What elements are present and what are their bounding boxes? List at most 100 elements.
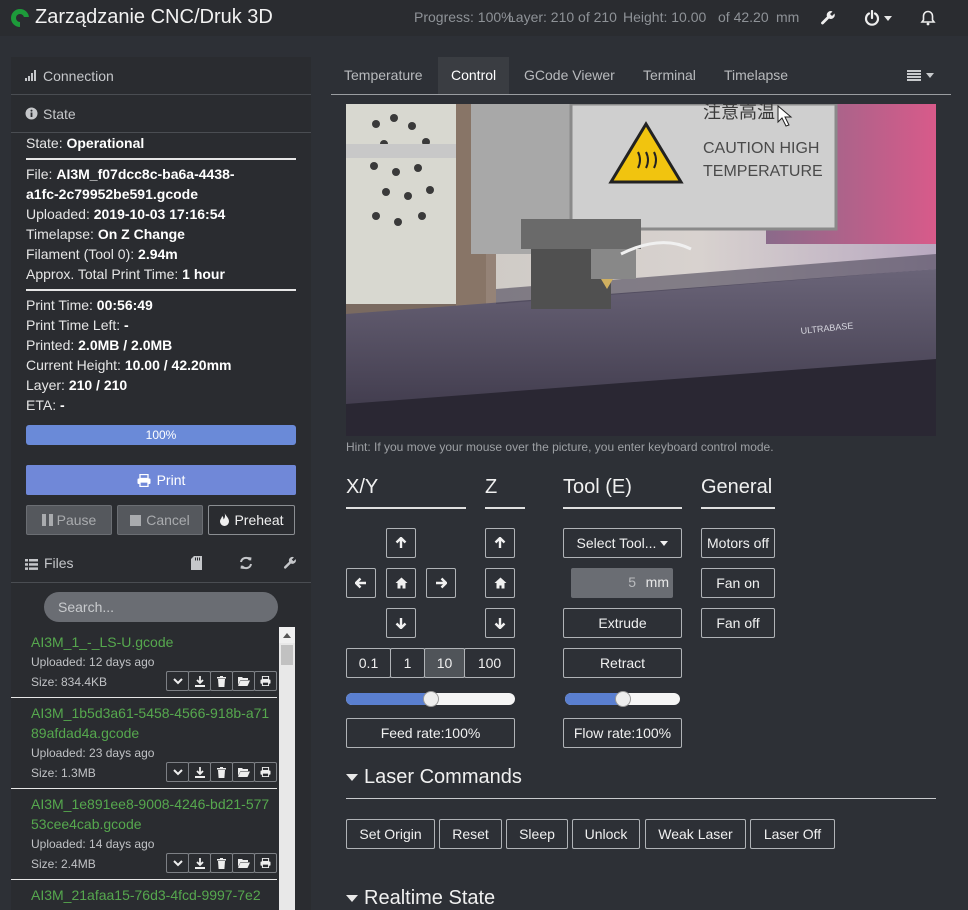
expand-chevron-icon[interactable] (166, 853, 189, 873)
home-z-button[interactable] (485, 568, 515, 598)
tab-gcode-viewer[interactable]: GCode Viewer (511, 57, 628, 94)
download-icon[interactable] (188, 762, 211, 782)
jog-z-minus-button[interactable] (485, 608, 515, 638)
set-origin-button[interactable]: Set Origin (346, 819, 435, 849)
folder-open-icon[interactable] (232, 671, 255, 691)
caution-sign: 注意高温 CAUTION HIGH TEMPERATURE (569, 104, 838, 231)
scroll-up-arrow-icon[interactable] (279, 627, 295, 643)
nav-height-total: of 42.20 (718, 9, 769, 25)
flow-rate-button[interactable]: Flow rate:100% (563, 718, 682, 748)
list-item[interactable]: AI3M_1e891ee8-9008-4246-bd21-57753cee4ca… (11, 789, 277, 880)
layer-row: Layer: 210 / 210 (26, 377, 128, 393)
file-list-scrollbar[interactable] (279, 627, 295, 910)
file-uploaded: Uploaded: 23 days ago (31, 746, 155, 760)
tab-menu-icon[interactable] (907, 70, 934, 81)
connection-label: Connection (43, 67, 114, 84)
jog-y-minus-button[interactable] (386, 608, 416, 638)
file-name-link[interactable]: AI3M_21afaa15-76d3-4fcd-9997-7e2 (31, 880, 271, 905)
trash-icon[interactable] (210, 671, 233, 691)
power-icon[interactable] (862, 8, 882, 28)
download-icon[interactable] (188, 853, 211, 873)
arrow-up-icon (395, 537, 407, 548)
folder-open-icon[interactable] (232, 762, 255, 782)
jog-y-plus-button[interactable] (386, 528, 416, 558)
home-xy-button[interactable] (386, 568, 416, 598)
distance-1-button[interactable]: 1 (390, 648, 425, 678)
print-progress-bar: 100% (26, 425, 296, 445)
brand[interactable]: Zarządzanie CNC/Druk 3D (10, 6, 273, 29)
state-label: State (43, 105, 76, 122)
list-item[interactable]: AI3M_1b5d3a61-5458-4566-918b-a7189afdad4… (11, 698, 277, 789)
jog-x-plus-button[interactable] (426, 568, 456, 598)
reset-button[interactable]: Reset (439, 819, 502, 849)
file-name-link[interactable]: AI3M_1b5d3a61-5458-4566-918b-a7189afdad4… (31, 698, 271, 743)
distance-0.1-button[interactable]: 0.1 (346, 648, 391, 678)
expand-chevron-icon[interactable] (166, 671, 189, 691)
state-row: State: Operational (26, 135, 145, 151)
print-file-icon[interactable] (254, 762, 277, 782)
trash-icon[interactable] (210, 853, 233, 873)
preheat-button[interactable]: Preheat (208, 505, 295, 535)
file-search-input[interactable]: Search... (44, 592, 278, 622)
files-wrench-icon[interactable] (283, 556, 297, 573)
tab-temperature[interactable]: Temperature (331, 57, 436, 94)
feed-rate-button[interactable]: Feed rate:100% (346, 718, 515, 748)
file-actions (166, 853, 277, 873)
scroll-thumb[interactable] (281, 645, 293, 665)
expand-chevron-icon[interactable] (166, 762, 189, 782)
bell-icon[interactable] (918, 8, 938, 28)
realtime-state-toggle[interactable]: Realtime State (346, 887, 495, 910)
print-file-icon[interactable] (254, 671, 277, 691)
arrow-right-icon (436, 577, 447, 589)
divider (26, 158, 296, 160)
distance-100-button[interactable]: 100 (464, 648, 515, 678)
select-tool-dropdown[interactable]: Select Tool... (563, 528, 682, 558)
webcam-image[interactable]: 注意高温 CAUTION HIGH TEMPERATURE ULTRABASE (346, 104, 936, 436)
connection-header[interactable]: Connection (11, 57, 311, 95)
settings-wrench-icon[interactable] (818, 8, 838, 28)
fan-on-button[interactable]: Fan on (701, 568, 775, 598)
weak-laser-button[interactable]: Weak Laser (645, 819, 746, 849)
state-header[interactable]: State (11, 95, 311, 133)
sd-card-icon[interactable] (191, 556, 202, 573)
feed-rate-slider[interactable] (346, 691, 515, 707)
download-icon[interactable] (188, 671, 211, 691)
file-name-link[interactable]: AI3M_1_-_LS-U.gcode (31, 627, 271, 652)
retract-button[interactable]: Retract (563, 648, 682, 678)
flow-rate-slider[interactable] (565, 691, 680, 707)
jog-x-minus-button[interactable] (346, 568, 376, 598)
motors-off-button[interactable]: Motors off (701, 528, 775, 558)
time-left-row: Print Time Left: - (26, 317, 129, 333)
feed-rate-slider-handle[interactable] (423, 691, 439, 707)
tab-terminal[interactable]: Terminal (630, 57, 709, 94)
file-actions (166, 762, 277, 782)
tab-timelapse[interactable]: Timelapse (711, 57, 801, 94)
list-item[interactable]: AI3M_21afaa15-76d3-4fcd-9997-7e2 (11, 880, 277, 910)
refresh-icon[interactable] (239, 556, 253, 573)
folder-open-icon[interactable] (232, 853, 255, 873)
arrow-down-icon (494, 618, 506, 629)
webcam-stream[interactable]: 注意高温 CAUTION HIGH TEMPERATURE ULTRABASE (346, 104, 936, 436)
z-title: Z (485, 476, 498, 498)
extrude-button[interactable]: Extrude (563, 608, 682, 638)
tab-control[interactable]: Control (438, 57, 510, 94)
cancel-button[interactable]: Cancel (117, 505, 203, 535)
sidebar: Connection State State: Operational File… (11, 57, 311, 910)
flow-rate-slider-handle[interactable] (615, 691, 631, 707)
trash-icon[interactable] (210, 762, 233, 782)
sleep-button[interactable]: Sleep (506, 819, 568, 849)
file-name-link[interactable]: AI3M_1e891ee8-9008-4246-bd21-57753cee4ca… (31, 789, 271, 834)
print-button[interactable]: Print (26, 465, 296, 495)
jog-z-plus-button[interactable] (485, 528, 515, 558)
unlock-button[interactable]: Unlock (572, 819, 640, 849)
list-item[interactable]: AI3M_1_-_LS-U.gcode Uploaded: 12 days ag… (11, 627, 277, 698)
power-caret-icon[interactable] (884, 16, 892, 21)
file-list: AI3M_1_-_LS-U.gcode Uploaded: 12 days ag… (11, 627, 277, 910)
distance-10-button[interactable]: 10 (424, 648, 465, 678)
fan-off-button[interactable]: Fan off (701, 608, 775, 638)
pause-button[interactable]: Pause (26, 505, 112, 535)
laser-off-button[interactable]: Laser Off (750, 819, 835, 849)
print-file-icon[interactable] (254, 853, 277, 873)
extrude-amount-input[interactable]: 5 mm (571, 568, 673, 598)
laser-commands-toggle[interactable]: Laser Commands (346, 766, 522, 789)
